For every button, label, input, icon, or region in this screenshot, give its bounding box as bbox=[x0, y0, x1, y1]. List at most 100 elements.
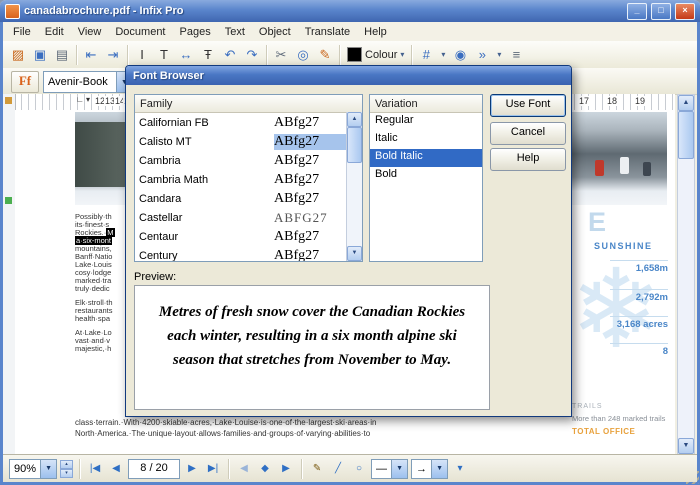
zoom-combo[interactable]: 90% ▼ bbox=[9, 458, 58, 479]
title-bar[interactable]: canadabrochure.pdf - Infix Pro _ □ × bbox=[0, 0, 700, 22]
font-family-list[interactable]: Family Californian FB ABfg27 Calisto MT AB… bbox=[134, 94, 363, 262]
rotate-left-icon[interactable]: ↶ bbox=[219, 44, 241, 66]
font-browser-dialog: Font Browser Family Californian FB ABfg27… bbox=[125, 65, 572, 417]
menu-text[interactable]: Text bbox=[218, 24, 252, 40]
edit-text-icon[interactable]: T bbox=[153, 44, 175, 66]
tab-marker-icon[interactable]: ∟ bbox=[76, 95, 84, 104]
bookmark-icon[interactable]: ◆ bbox=[256, 460, 274, 478]
target-icon[interactable]: ◎ bbox=[292, 44, 314, 66]
variation-column-header[interactable]: Variation bbox=[370, 95, 482, 113]
menu-document[interactable]: Document bbox=[108, 24, 172, 40]
photo-person-dark bbox=[643, 162, 651, 176]
toolbar-overflow-icon[interactable]: ▾ bbox=[451, 460, 469, 478]
scrollbar-thumb[interactable] bbox=[347, 127, 362, 163]
stat-value: 3,168 acres bbox=[610, 316, 668, 330]
menu-view[interactable]: View bbox=[71, 24, 109, 40]
scroll-down-icon[interactable]: ▼ bbox=[678, 438, 694, 454]
fit-text-icon[interactable]: ↔ bbox=[175, 44, 197, 66]
font-family-row[interactable]: Californian FB ABfg27 bbox=[135, 113, 362, 132]
save-icon[interactable]: ▣ bbox=[29, 44, 51, 66]
line-width-value: — bbox=[376, 462, 388, 475]
font-variation-list[interactable]: Variation Regular Italic Bold Italic Bol… bbox=[369, 94, 483, 262]
help-button[interactable]: Help bbox=[490, 148, 566, 171]
variation-row[interactable]: Regular bbox=[370, 113, 482, 131]
page-indicator[interactable]: 8 / 20 bbox=[128, 458, 181, 479]
crop-dropdown-icon[interactable]: ▾ bbox=[437, 44, 449, 66]
variation-row[interactable]: Italic bbox=[370, 131, 482, 149]
scissors-icon[interactable]: ✂ bbox=[270, 44, 292, 66]
text-cursor-icon[interactable]: I bbox=[131, 44, 153, 66]
crop-icon[interactable]: # bbox=[415, 44, 437, 66]
more-tools-icon[interactable]: ≡ bbox=[505, 44, 527, 66]
first-page-button[interactable]: |◀ bbox=[86, 460, 104, 478]
line-tool-icon[interactable]: ╱ bbox=[329, 460, 347, 478]
font-family-row[interactable]: Cambria Math ABfg27 bbox=[135, 170, 362, 189]
view-forward-button[interactable]: ▶ bbox=[277, 460, 295, 478]
menu-help[interactable]: Help bbox=[357, 24, 394, 40]
colour-swatch bbox=[347, 47, 362, 62]
statusbar-separator bbox=[79, 458, 81, 479]
snapshot-icon[interactable]: ◉ bbox=[449, 44, 471, 66]
export-page-icon[interactable]: ⇥ bbox=[102, 44, 124, 66]
font-family-row[interactable]: Cambria ABfg27 bbox=[135, 151, 362, 170]
last-page-button[interactable]: ▶| bbox=[204, 460, 222, 478]
font-preview-text: Metres of fresh snow cover the Canadian … bbox=[158, 304, 466, 368]
import-page-icon[interactable]: ⇤ bbox=[80, 44, 102, 66]
zoom-spinner[interactable]: ▴ ▾ bbox=[60, 459, 74, 478]
doc-line: health·spa bbox=[75, 314, 111, 323]
minimize-button[interactable]: _ bbox=[627, 2, 647, 20]
next-page-button[interactable]: ▶ bbox=[183, 460, 201, 478]
menu-edit[interactable]: Edit bbox=[38, 24, 71, 40]
indent-marker-icon[interactable]: ▾ bbox=[86, 95, 90, 104]
scroll-down-icon[interactable]: ▼ bbox=[347, 246, 362, 261]
toolbar-separator bbox=[411, 44, 413, 65]
font-family-row[interactable]: Century ABfg27 bbox=[135, 246, 362, 262]
colour-picker[interactable]: Colour ▾ bbox=[343, 47, 408, 62]
photo-person-white bbox=[620, 157, 629, 174]
scrollbar-thumb[interactable] bbox=[678, 111, 694, 159]
family-column-header[interactable]: Family bbox=[135, 95, 362, 113]
print-icon[interactable]: ▤ bbox=[51, 44, 73, 66]
menu-object[interactable]: Object bbox=[252, 24, 298, 40]
menu-pages[interactable]: Pages bbox=[173, 24, 218, 40]
rotate-right-icon[interactable]: ↷ bbox=[241, 44, 263, 66]
font-family-row[interactable]: Centaur ABfg27 bbox=[135, 227, 362, 246]
goto-icon[interactable]: » bbox=[471, 44, 493, 66]
open-icon[interactable]: ▨ bbox=[7, 44, 29, 66]
goto-dropdown-icon[interactable]: ▾ bbox=[493, 44, 505, 66]
font-preview-box: Metres of fresh snow cover the Canadian … bbox=[134, 285, 490, 410]
family-list-scrollbar[interactable]: ▲ ▼ bbox=[346, 112, 362, 261]
doc-line: truly·dedic bbox=[75, 284, 110, 293]
arrow-style-combo[interactable]: → ▼ bbox=[411, 458, 449, 479]
variation-row[interactable]: Bold bbox=[370, 167, 482, 185]
cancel-button[interactable]: Cancel bbox=[490, 122, 566, 145]
font-family-row[interactable]: Candara ABfg27 bbox=[135, 189, 362, 208]
font-family-row[interactable]: Castellar ABFG27 bbox=[135, 208, 362, 227]
dialog-title-bar[interactable]: Font Browser bbox=[126, 66, 571, 85]
maximize-button[interactable]: □ bbox=[651, 2, 671, 20]
previous-page-button[interactable]: ◀ bbox=[107, 460, 125, 478]
chevron-down-icon: ▼ bbox=[391, 459, 408, 478]
ellipse-tool-icon[interactable]: ○ bbox=[350, 460, 368, 478]
scroll-up-icon[interactable]: ▲ bbox=[678, 95, 694, 111]
line-width-combo[interactable]: — ▼ bbox=[371, 458, 409, 479]
font-family-row-selected[interactable]: Calisto MT ABfg27 bbox=[135, 132, 362, 151]
menu-file[interactable]: File bbox=[6, 24, 38, 40]
vertical-scrollbar[interactable]: ▲ ▼ bbox=[677, 94, 695, 455]
letterspacing-icon[interactable]: Ŧ bbox=[197, 44, 219, 66]
pencil-icon[interactable]: ✎ bbox=[314, 44, 336, 66]
zoom-value: 90% bbox=[14, 462, 37, 475]
font-family-name: Cambria Math bbox=[139, 173, 209, 186]
pencil-tool-icon[interactable]: ✎ bbox=[308, 460, 326, 478]
use-font-button[interactable]: Use Font bbox=[490, 94, 566, 117]
font-style-button[interactable]: Ff bbox=[11, 71, 39, 93]
close-button[interactable]: × bbox=[675, 2, 695, 20]
menu-translate[interactable]: Translate bbox=[298, 24, 357, 40]
font-name-combo[interactable]: Avenir-Book ▼ bbox=[43, 71, 133, 93]
statusbar-separator bbox=[228, 458, 230, 479]
scroll-up-icon[interactable]: ▲ bbox=[347, 112, 362, 127]
variation-row-selected[interactable]: Bold Italic bbox=[370, 149, 482, 167]
view-back-button[interactable]: ◀ bbox=[235, 460, 253, 478]
toolbar-separator bbox=[266, 44, 267, 65]
toolbar-separator bbox=[76, 44, 77, 65]
